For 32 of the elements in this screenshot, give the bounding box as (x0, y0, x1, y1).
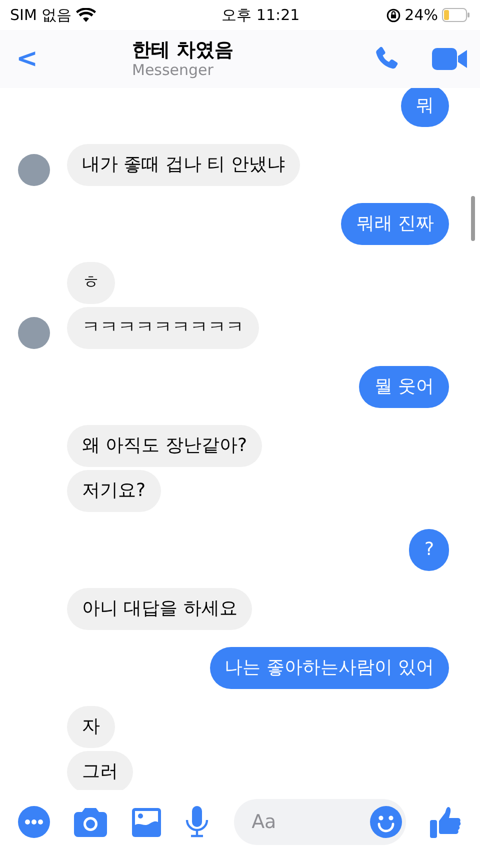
received-message: 내가 좋때 겁나 티 안냈냐 (67, 144, 300, 186)
message-field[interactable]: Aa (252, 802, 370, 842)
microphone-icon[interactable] (185, 806, 210, 838)
received-message: 그러 (67, 751, 133, 790)
received-message: 왜 아직도 장난같아? (67, 425, 262, 467)
received-message: ㅋㅋㅋㅋㅋㅋㅋㅋㅋ (67, 307, 259, 349)
received-message: 아니 대답을 하세요 (67, 588, 252, 630)
scrollbar (471, 196, 475, 241)
chat-subtitle: Messenger (132, 61, 214, 80)
clock-text: 오후 11:21 (220, 4, 300, 26)
thumbs-up-icon[interactable] (430, 806, 462, 838)
sent-message: 뭘 웃어 (359, 366, 449, 408)
chat-title: 한테 차였음 (132, 38, 235, 62)
received-message: 자 (67, 706, 115, 748)
message-bar[interactable]: Aa (234, 799, 406, 845)
sent-message: ? (409, 529, 449, 571)
camera-icon[interactable] (74, 807, 108, 837)
video-camera-icon[interactable] (432, 47, 468, 71)
battery-percent: 24% (404, 4, 438, 26)
battery-icon (442, 8, 470, 22)
received-message: 저기요? (67, 470, 161, 512)
carrier-text: SIM 없음 (10, 4, 72, 26)
image-icon[interactable] (132, 808, 161, 836)
sent-message: 뭐 (401, 88, 449, 127)
emoji-icon[interactable] (370, 806, 402, 838)
rotation-lock-icon (386, 8, 401, 22)
more-icon[interactable] (18, 806, 50, 838)
back-button[interactable]: < (12, 46, 42, 72)
sent-message: 뭐래 진짜 (341, 203, 449, 245)
received-message: ㅎ (67, 262, 115, 304)
sent-message: 나는 좋아하는사람이 있어 (210, 647, 449, 689)
wifi-icon (76, 8, 96, 22)
